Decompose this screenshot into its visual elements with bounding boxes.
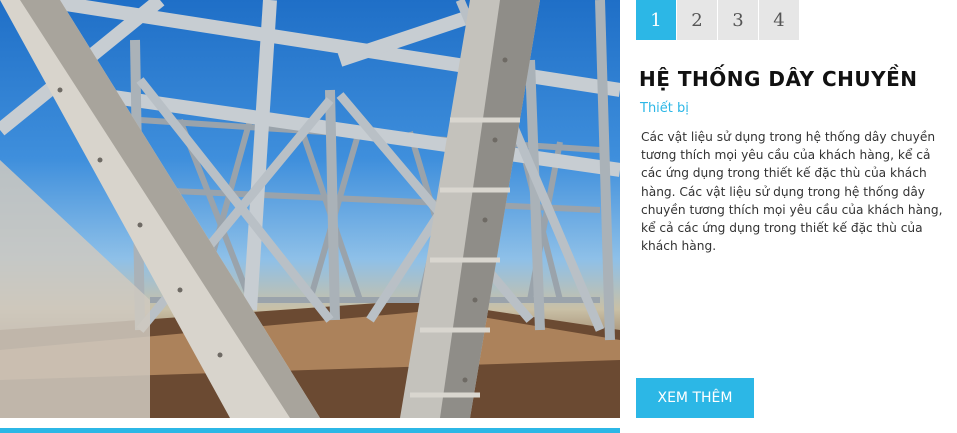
slide-description: Các vật liệu sử dụng trong hệ thống dây … [641, 130, 943, 254]
slide-category: Thiết bị [640, 101, 689, 116]
page-button-3[interactable]: 3 [718, 0, 758, 40]
read-more-button[interactable]: XEM THÊM [636, 378, 754, 418]
page-button-4[interactable]: 4 [759, 0, 799, 40]
slide-title: HỆ THỐNG DÂY CHUYỀN [639, 67, 918, 91]
page-button-1[interactable]: 1 [636, 0, 676, 40]
slide-image [0, 0, 620, 418]
bridge-illustration [0, 0, 620, 418]
slide-pagination: 1 2 3 4 [636, 0, 800, 40]
page-button-2[interactable]: 2 [677, 0, 717, 40]
slide-progress-bar [0, 428, 620, 433]
